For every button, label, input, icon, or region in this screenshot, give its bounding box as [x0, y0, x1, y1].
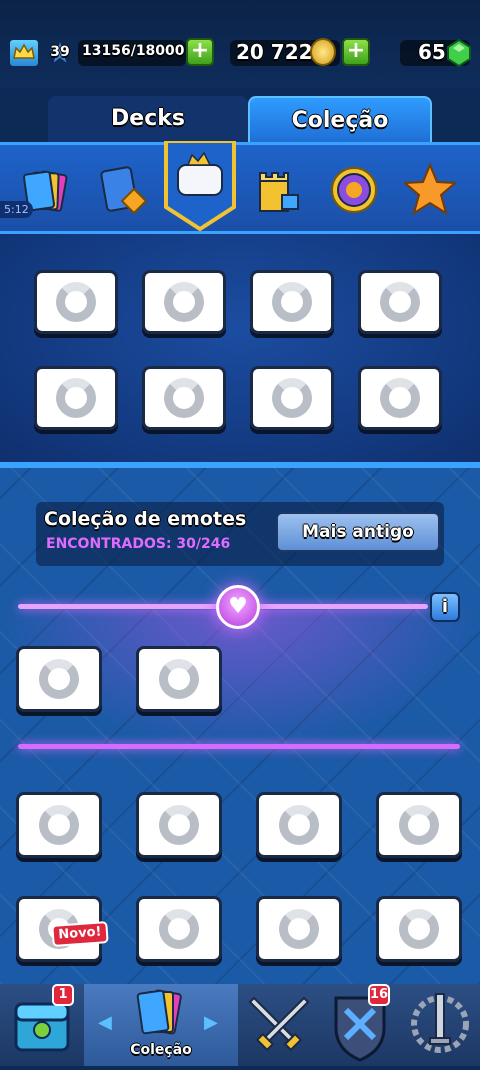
loading-icon [279, 909, 319, 949]
new-badge: Novo! [51, 921, 109, 947]
gem-value: 65 [418, 40, 446, 64]
loading-icon [399, 909, 439, 949]
emote-slot[interactable] [358, 366, 442, 430]
top-status-bar: 39 13156/18000 + 20 722 + 65 [0, 0, 480, 88]
shop-notification-badge: 1 [52, 984, 74, 1006]
nav-collection-selected[interactable]: ◀ ▶ Coleção [84, 984, 238, 1066]
heart-icon[interactable]: ♥ [216, 585, 260, 629]
clan-notification-badge: 16 [368, 984, 390, 1006]
level-star: 39 [44, 35, 76, 68]
gold-plus-button[interactable]: + [342, 38, 370, 66]
loading-icon [159, 909, 199, 949]
emote-slot[interactable] [142, 366, 226, 430]
nav-battle[interactable] [238, 984, 320, 1066]
chevron-left-icon[interactable]: ◀ [98, 1012, 112, 1033]
favorites-end-line [18, 744, 460, 749]
xp-value: 13156/18000 [82, 43, 185, 59]
loading-icon [39, 805, 79, 845]
loading-icon [272, 378, 312, 418]
gold-value: 20 722 [236, 40, 313, 64]
emotes-category-selected[interactable] [164, 139, 236, 232]
emote-slot[interactable] [250, 366, 334, 430]
favorite-emote-slot[interactable] [136, 646, 222, 712]
loading-icon [159, 805, 199, 845]
loading-icon [159, 659, 199, 699]
tab-collection[interactable]: Coleção [248, 96, 432, 142]
chevron-right-icon[interactable]: ▶ [204, 1012, 218, 1033]
category-icon-row: 5:12 [0, 139, 480, 234]
emote-card[interactable] [16, 792, 102, 858]
emote-card[interactable] [376, 792, 462, 858]
emote-slot[interactable] [358, 270, 442, 334]
emote-card[interactable] [376, 896, 462, 962]
loading-icon [164, 282, 204, 322]
nav-collection-label: Coleção [130, 1042, 192, 1058]
emote-slot[interactable] [34, 270, 118, 334]
equipped-emotes-panel [0, 234, 480, 466]
emote-card[interactable] [136, 792, 222, 858]
star-category-icon[interactable] [402, 162, 458, 217]
loading-icon [399, 805, 439, 845]
card-upgrade-category-icon[interactable] [96, 165, 150, 217]
found-count: ENCONTRADOS: 30/246 [46, 536, 231, 552]
loading-icon [164, 378, 204, 418]
loading-icon [279, 805, 319, 845]
bottom-navigation: 1 ◀ ▶ Coleção 16 [0, 984, 480, 1066]
nav-clan[interactable]: 16 [320, 984, 400, 1066]
emote-slot[interactable] [250, 270, 334, 334]
loading-icon [56, 282, 96, 322]
emote-card[interactable] [136, 896, 222, 962]
king-level-icon[interactable] [8, 38, 40, 68]
star-points-timer: 5:12 [0, 201, 33, 218]
emote-slot[interactable] [34, 366, 118, 430]
emote-slot[interactable] [142, 270, 226, 334]
loading-icon [39, 659, 79, 699]
loading-icon [380, 378, 420, 418]
level-value: 39 [50, 44, 70, 60]
laurel-sword-icon [411, 993, 469, 1053]
emote-card[interactable] [256, 896, 342, 962]
loading-icon [56, 378, 96, 418]
banner-category-icon[interactable] [330, 163, 378, 217]
collection-cards-icon [136, 989, 182, 1035]
gem-icon[interactable] [446, 38, 472, 68]
loading-icon [380, 282, 420, 322]
emote-card[interactable] [256, 792, 342, 858]
tower-skin-category-icon[interactable] [254, 167, 300, 215]
crossed-swords-icon [248, 996, 310, 1052]
gold-coin-icon [310, 38, 336, 66]
collection-title: Coleção de emotes [44, 508, 247, 530]
xp-plus-button[interactable]: + [186, 38, 214, 66]
nav-events[interactable] [400, 984, 480, 1066]
info-button[interactable]: i [430, 592, 460, 622]
tab-decks[interactable]: Decks [48, 96, 248, 142]
sort-button[interactable]: Mais antigo [276, 512, 440, 552]
favorite-emote-slot[interactable] [16, 646, 102, 712]
loading-icon [272, 282, 312, 322]
nav-shop[interactable]: 1 [0, 984, 84, 1066]
